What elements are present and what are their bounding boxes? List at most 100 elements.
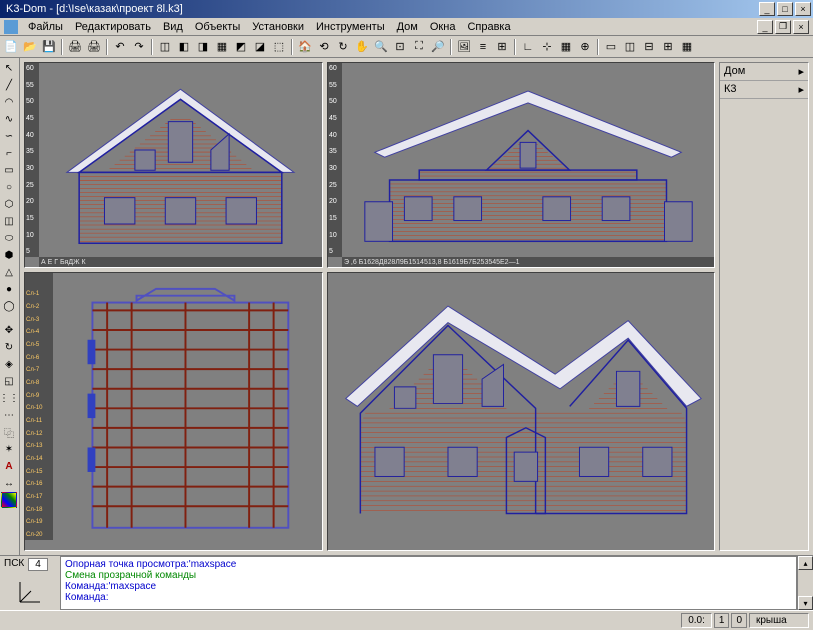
menu-house[interactable]: Дом [391,20,424,34]
palette-icon[interactable] [1,492,17,508]
zoom-ext-icon[interactable]: ⛶ [410,38,428,56]
vp1-icon[interactable]: ▭ [602,38,620,56]
menu-help[interactable]: Справка [461,20,516,34]
open-icon[interactable]: 📂 [21,38,39,56]
vp2-icon[interactable]: ◫ [621,38,639,56]
move-icon[interactable]: ✥ [1,322,17,338]
circle-icon[interactable]: ○ [1,179,17,195]
psk-label: ПСК [4,558,24,571]
psk-indicator: ПСК 4 [0,556,60,610]
redo-icon[interactable]: ↷ [130,38,148,56]
rect-icon[interactable]: ▭ [1,162,17,178]
status-coords: 0.0: [681,613,712,628]
status-layer[interactable]: крыша [749,613,809,628]
torus-icon[interactable]: ◯ [1,298,17,314]
menu-edit[interactable]: Редактировать [69,20,157,34]
side-tab-dom[interactable]: Дом▸ [720,63,808,81]
viewport-side[interactable]: 51015202530354045505560 [327,62,715,268]
cmd-line-2: Смена прозрачной команды [65,570,792,581]
mdi-document-icon [4,20,18,34]
poly-icon[interactable]: ⬡ [1,196,17,212]
menu-settings[interactable]: Установки [246,20,310,34]
cube3-icon[interactable]: ◨ [194,38,212,56]
arc-icon[interactable]: ◠ [1,94,17,110]
cube1-icon[interactable]: ◫ [156,38,174,56]
cube6-icon[interactable]: ◪ [251,38,269,56]
cube7-icon[interactable]: ⬚ [270,38,288,56]
side-tab-k3[interactable]: К3▸ [720,81,808,99]
new-icon[interactable]: 📄 [2,38,20,56]
box-icon[interactable]: ◫ [1,213,17,229]
rotz-icon[interactable]: ↻ [334,38,352,56]
zoom-in-icon[interactable]: 🔍 [372,38,390,56]
maximize-button[interactable]: □ [777,2,793,16]
viewport-front[interactable]: 51015202530354045505560 [24,62,323,268]
cube2-icon[interactable]: ◧ [175,38,193,56]
arr2-icon[interactable]: ⋯ [1,407,17,423]
cyl-icon[interactable]: ⬭ [1,230,17,246]
cmd-line-1: Опорная точка просмотра:'maxspace [65,559,792,570]
psk-number: 4 [28,558,48,571]
menu-view[interactable]: Вид [157,20,189,34]
cmd-scrollbar[interactable]: ▴ ▾ [797,556,813,610]
prism-icon[interactable]: ⬢ [1,247,17,263]
grid-icon[interactable]: ▦ [557,38,575,56]
cube4-icon[interactable]: ▦ [213,38,231,56]
cube5-icon[interactable]: ◩ [232,38,250,56]
rotate-icon[interactable]: ↻ [1,339,17,355]
text-icon[interactable]: A [1,458,17,474]
pan-icon[interactable]: ✋ [353,38,371,56]
ruler-vertical: 51015202530354045505560 [25,63,39,257]
scroll-up-icon[interactable]: ▴ [798,556,813,570]
menu-files[interactable]: Файлы [22,20,69,34]
snap-icon[interactable]: ⊹ [538,38,556,56]
dim-icon[interactable]: ↔ [1,475,17,491]
layers-icon[interactable]: ≡ [474,38,492,56]
mdi-close-button[interactable]: × [793,20,809,34]
cone-icon[interactable]: △ [1,264,17,280]
minimize-button[interactable]: _ [759,2,775,16]
axis-icon[interactable]: ⊕ [576,38,594,56]
command-log[interactable]: Опорная точка просмотра:'maxspace Смена … [60,556,797,610]
status-val-1: 1 [714,613,730,628]
viewport-3d[interactable] [327,272,715,551]
spline-icon[interactable]: ∽ [1,128,17,144]
mdi-minimize-button[interactable]: _ [757,20,773,34]
home-icon[interactable]: 🏠 [296,38,314,56]
array-icon[interactable]: ⋮⋮ [1,390,17,406]
ortho-icon[interactable]: ∟ [519,38,537,56]
mirror-icon[interactable]: ◈ [1,356,17,372]
vp5-icon[interactable]: ▦ [678,38,696,56]
menu-objects[interactable]: Объекты [189,20,246,34]
vp3-icon[interactable]: ⊟ [640,38,658,56]
sphere-icon[interactable]: ● [1,281,17,297]
scale-icon[interactable]: ◱ [1,373,17,389]
viewport-plan[interactable]: Сл-20Сл-19Сл-18Сл-17Сл-16Сл-15Сл-14Сл-13… [24,272,323,551]
menu-windows[interactable]: Окна [424,20,462,34]
printv-icon[interactable]: 🖨 [85,38,103,56]
zoom-prev-icon[interactable]: 🔎 [429,38,447,56]
menu-bar: Файлы Редактировать Вид Объекты Установк… [0,18,813,36]
pline-icon[interactable]: ∿ [1,111,17,127]
render-icon[interactable]: 🖼 [455,38,473,56]
mdi-controls: _ ❐ × [757,20,809,34]
undo-icon[interactable]: ↶ [111,38,129,56]
menu-tools[interactable]: Инструменты [310,20,391,34]
cmd-line-3: Команда:'maxspace [65,581,792,592]
zoom-win-icon[interactable]: ⊡ [391,38,409,56]
exp-icon[interactable]: ✶ [1,441,17,457]
print-icon[interactable]: 🖨 [66,38,84,56]
close-button[interactable]: × [795,2,811,16]
copy-icon[interactable]: ⿻ [1,424,17,440]
scroll-down-icon[interactable]: ▾ [798,596,813,610]
ruler-horizontal-2: Э ,6 Б1628Д828Л9Б1514513,8 Б1619Б7Б25354… [342,257,714,267]
front-elevation-drawing [47,71,314,253]
pline2-icon[interactable]: ⌐ [1,145,17,161]
wire-icon[interactable]: ⊞ [493,38,511,56]
save-icon[interactable]: 💾 [40,38,58,56]
orbit-icon[interactable]: ⟲ [315,38,333,56]
mdi-restore-button[interactable]: ❐ [775,20,791,34]
select-icon[interactable]: ↖ [1,60,17,76]
vp4-icon[interactable]: ⊞ [659,38,677,56]
line-icon[interactable]: ╱ [1,77,17,93]
